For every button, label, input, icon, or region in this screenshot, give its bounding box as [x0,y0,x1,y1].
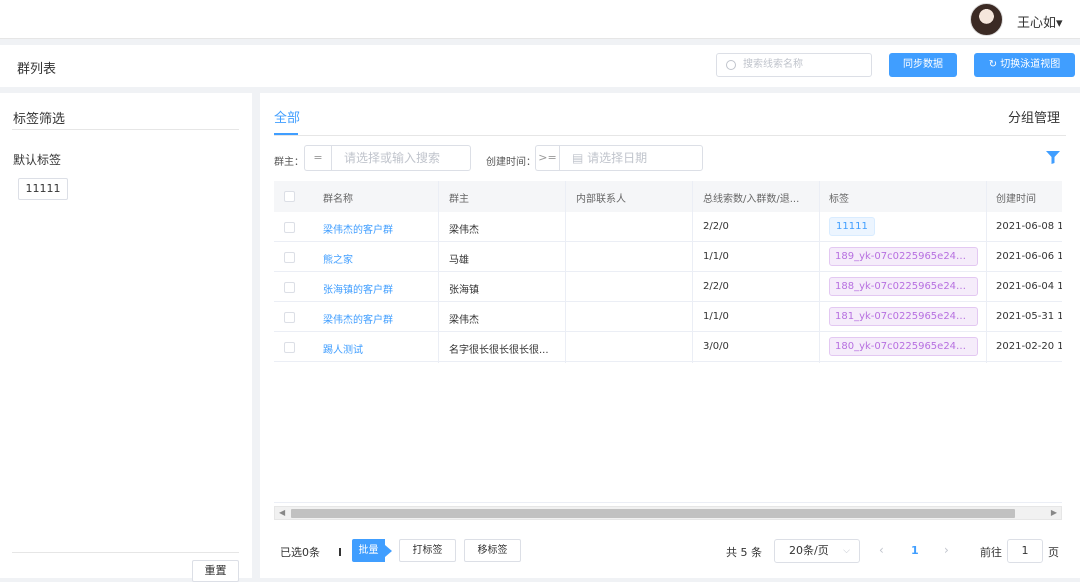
chevron-down-icon: ⌵ [843,546,850,556]
row-tag: 189_yk-07c0225965e24442... [829,247,978,266]
scroll-left-arrow-icon[interactable]: ◀ [279,507,285,519]
goto-page-input[interactable]: 1 [1007,539,1043,563]
tabs-divider [274,135,1066,136]
default-tags-label: 默认标签 [13,153,62,167]
goto-label: 前往 [980,546,1002,559]
owner-operator-select[interactable]: = [304,145,331,171]
selected-count: 已选0条 [280,546,320,559]
group-manage-link[interactable]: 分组管理 [1008,107,1060,126]
horizontal-scrollbar[interactable]: ◀ ▶ [274,506,1062,520]
page-title: 群列表 [17,62,57,77]
column-header[interactable]: 群主 [449,190,469,205]
row-checkbox[interactable] [284,342,295,353]
column-header[interactable]: 群名称 [323,190,353,205]
created-date-input[interactable]: ▤ 请选择日期 [559,145,703,171]
row-tag: 11111 [829,217,875,236]
remove-tag-button[interactable]: 移标签 [464,539,521,562]
search-placeholder: 搜索线索名称 [743,59,803,70]
group-owner: 张海镇 [449,285,479,296]
created-time: 2021-05-31 14 [996,311,1062,322]
next-page-icon[interactable]: › [944,543,949,557]
created-time: 2021-06-08 14 [996,221,1062,232]
tag-filter-panel: 标签筛选 默认标签 11111 重置 [0,93,252,582]
prev-page-icon[interactable]: ‹ [879,543,884,557]
row-tag: 188_yk-07c0225965e24442... [829,277,978,296]
column-header[interactable]: 内部联系人 [576,190,626,205]
group-name-link[interactable]: 梁伟杰的客户群 [323,311,393,326]
row-checkbox[interactable] [284,312,295,323]
created-time: 2021-02-20 14 [996,341,1062,352]
divider [12,552,239,553]
switch-view-label: 切换泳道视图 [1000,59,1061,70]
group-owner: 梁伟杰 [449,315,479,326]
page-unit-label: 页 [1048,546,1059,559]
table-row[interactable]: 踢人测试 名字很长很长很长很... 3/0/0 180_yk-07c022596… [274,332,1062,362]
table-row[interactable]: 梁伟杰的客户群 梁伟杰 1/1/0 181_yk-07c0225965e2444… [274,302,1062,332]
add-tag-button[interactable]: 打标签 [399,539,456,562]
column-header[interactable]: 标签 [829,190,849,205]
date-placeholder: 请选择日期 [587,151,648,165]
lead-counts: 2/2/0 [703,221,729,232]
table-row[interactable]: 张海镇的客户群 张海镇 2/2/0 188_yk-07c0225965e2444… [274,272,1062,302]
group-owner: 名字很长很长很长很... [449,345,549,356]
user-avatar[interactable] [970,3,1003,36]
tag-chip[interactable]: 11111 [18,178,68,200]
lead-counts: 1/1/0 [703,311,729,322]
select-all-checkbox[interactable] [284,191,295,202]
row-checkbox[interactable] [284,222,295,233]
scroll-right-arrow-icon[interactable]: ▶ [1051,507,1057,519]
table-row[interactable]: 梁伟杰的客户群 梁伟杰 2/2/0 11111 2021-06-08 14 [274,212,1062,242]
tab-all[interactable]: 全部 [274,107,300,126]
created-time: 2021-06-06 14 [996,251,1062,262]
group-owner: 马雄 [449,255,469,266]
group-name-link[interactable]: 梁伟杰的客户群 [323,221,393,236]
top-bar: 王心如▾ [0,0,1080,39]
column-header[interactable]: 创建时间 [996,190,1036,205]
refresh-icon: ↻ [988,59,1001,70]
lead-counts: 1/1/0 [703,251,729,262]
separator [339,548,341,556]
group-list-panel: 全部 分组管理 群主： = 请选择或输入搜索 创建时间： >= ▤ 请选择日期 … [260,93,1080,578]
owner-search-input[interactable]: 请选择或输入搜索 [331,145,471,171]
group-owner: 梁伟杰 [449,225,479,236]
row-tag: 181_yk-07c0225965e24442... [829,307,978,326]
tag-filter-title: 标签筛选 [13,112,66,127]
row-checkbox[interactable] [284,252,295,263]
batch-button[interactable]: 批量 [352,539,385,562]
owner-filter-label: 群主： [274,157,304,168]
table-header: 群名称 群主 内部联系人 总线索数/入群数/退... 标签 创建时间 [274,181,1062,212]
page-size-select[interactable]: 20条/页 ⌵ [774,539,860,563]
created-time: 2021-06-04 12 [996,281,1062,292]
group-name-link[interactable]: 踢人测试 [323,341,363,356]
batch-arrow-icon [385,545,392,557]
search-icon [726,60,736,70]
lead-counts: 3/0/0 [703,341,729,352]
total-count: 共 5 条 [726,546,762,559]
scrollbar-thumb[interactable] [291,509,1015,518]
switch-view-button[interactable]: ↻ 切换泳道视图 [974,53,1075,77]
lead-counts: 2/2/0 [703,281,729,292]
search-input[interactable]: 搜索线索名称 [716,53,872,77]
group-table: 群名称 群主 内部联系人 总线索数/入群数/退... 标签 创建时间 梁伟杰的客… [274,181,1062,503]
page-header: 群列表 搜索线索名称 同步数据 ↻ 切换泳道视图 [0,45,1080,87]
row-tag: 180_yk-07c0225965e24442... [829,337,978,356]
row-checkbox[interactable] [284,282,295,293]
page-size-value: 20条/页 [789,544,829,557]
filter-funnel-icon[interactable] [1046,151,1060,164]
group-name-link[interactable]: 熊之家 [323,251,353,266]
created-operator-select[interactable]: >= [535,145,559,171]
table-row[interactable]: 熊之家 马雄 1/1/0 189_yk-07c0225965e24442... … [274,242,1062,272]
page-number-current[interactable]: 1 [911,544,919,557]
divider [12,129,239,130]
calendar-icon: ▤ [572,151,588,165]
group-name-link[interactable]: 张海镇的客户群 [323,281,393,296]
user-menu[interactable]: 王心如▾ [1017,12,1063,31]
reset-button[interactable]: 重置 [192,560,239,582]
column-header[interactable]: 总线索数/入群数/退... [703,190,813,205]
sync-data-button[interactable]: 同步数据 [889,53,957,77]
created-filter-label: 创建时间： [486,157,536,168]
